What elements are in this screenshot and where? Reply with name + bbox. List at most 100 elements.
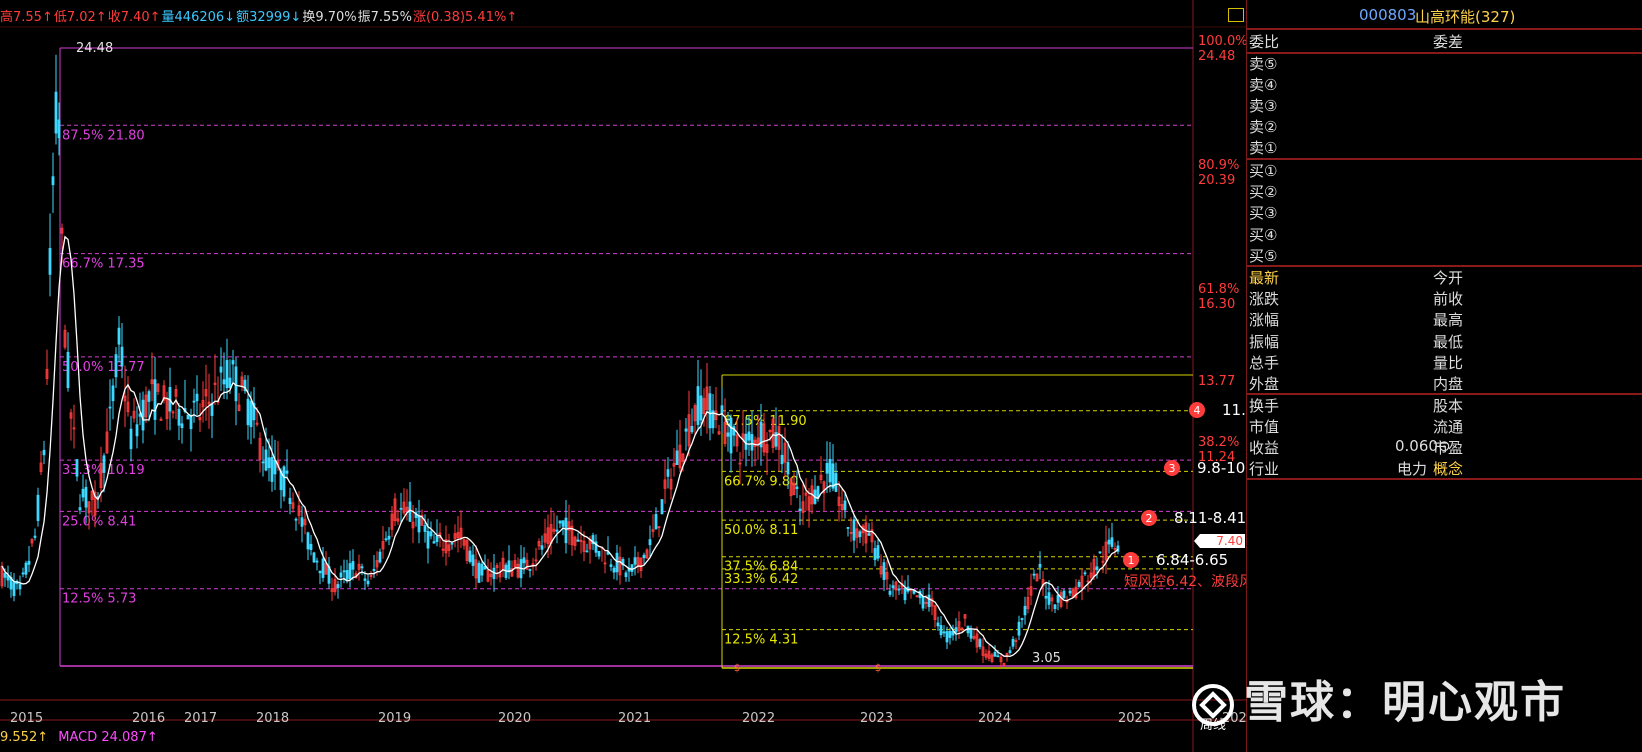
quote-label: 外盘 — [1249, 375, 1280, 393]
year-label: 2018 — [256, 711, 290, 726]
candle-body — [1077, 581, 1081, 587]
fib-label: 33.3% 6.42 — [724, 572, 798, 587]
panel-row: 总手 量比 — [1247, 352, 1642, 374]
candle-body — [891, 585, 895, 589]
candle-body — [555, 529, 559, 532]
candle-body — [1083, 572, 1087, 575]
candle-body — [117, 327, 121, 345]
candle-body — [522, 557, 526, 564]
candle-body — [153, 379, 157, 420]
quote-label: 内盘 — [1433, 375, 1464, 393]
candle-body — [597, 550, 601, 557]
candle-body — [690, 425, 694, 433]
candle-body — [48, 248, 52, 275]
buy-level-label: 买② — [1249, 183, 1278, 202]
sell-level-label: 卖② — [1249, 118, 1278, 136]
candle-body — [228, 377, 232, 388]
candle-body — [477, 562, 481, 583]
candle-body — [921, 596, 925, 609]
sell-level-label: 卖⑤ — [1249, 55, 1278, 73]
candle-body — [51, 176, 55, 186]
candle-body — [186, 414, 190, 420]
quote-label: 今开 — [1433, 269, 1464, 287]
panel-row: 涨幅 最高 — [1247, 309, 1642, 331]
chart-background — [0, 0, 1246, 752]
year-label: 2025 — [1118, 711, 1152, 726]
risk-note: 短风控6.42、波段风控5.73 — [1124, 574, 1246, 590]
scale-label: 80.9% 20.39 — [1198, 158, 1240, 188]
candle-body — [852, 519, 856, 541]
candle-body — [882, 562, 886, 581]
low-label: 3.05 — [1032, 651, 1061, 666]
kline-chart[interactable]: 24.4887.5% 21.8066.7% 17.3550.0% 13.7733… — [0, 0, 1246, 752]
detail-label: 换手 — [1249, 397, 1280, 415]
stock-name[interactable]: 山高环能(327) — [1415, 6, 1515, 27]
fib-label: 66.7% 9.80 — [724, 474, 798, 489]
candle-body — [696, 386, 700, 425]
fib-label: 12.5% 4.31 — [724, 633, 798, 648]
buy-level-label: 买③ — [1249, 204, 1278, 223]
candle-body — [399, 507, 403, 510]
detail-label: 收益 — [1249, 439, 1280, 457]
panel-row: 买① — [1247, 160, 1642, 182]
info-item: 振7.55% — [357, 10, 412, 25]
candle-body — [342, 570, 346, 573]
candle-body — [846, 527, 850, 529]
candle-body — [954, 627, 958, 633]
fib-label: 87.5% 21.80 — [62, 128, 145, 143]
buy-level-label: 买⑤ — [1249, 246, 1278, 265]
candle-body — [615, 552, 619, 573]
layout-toggle-icon[interactable] — [1228, 8, 1244, 22]
candle-body — [1011, 638, 1015, 647]
fib-label: 66.7% 17.35 — [62, 257, 145, 272]
candle-body — [33, 535, 37, 538]
quote-label: 涨跌 — [1249, 290, 1280, 309]
candle-body — [585, 550, 589, 553]
candle-body — [699, 395, 703, 421]
detail-label: 流通 — [1433, 418, 1464, 436]
candle-body — [1023, 605, 1027, 616]
marker-number: 1 — [1128, 554, 1135, 567]
candle-body — [939, 625, 943, 636]
panel-row: 换手 股本 — [1247, 395, 1642, 417]
sell-level-label: 卖④ — [1249, 76, 1278, 94]
candle-body — [261, 461, 265, 464]
candle-body — [798, 508, 802, 512]
indicator-bar: 9.552↑ MACD 24.087↑ — [0, 730, 158, 745]
info-item: 低7.02↑ — [53, 10, 107, 25]
detail-value: 电力 — [1397, 460, 1428, 478]
candle-body — [147, 391, 151, 402]
event-marker: $ — [734, 663, 740, 674]
detail-label: 股本 — [1433, 397, 1464, 415]
candle-body — [27, 560, 31, 565]
candle-body — [102, 455, 106, 473]
candle-body — [648, 539, 652, 546]
panel-row: 振幅 最低 — [1247, 331, 1642, 353]
candle-body — [225, 360, 229, 389]
sell-level-label: 卖① — [1249, 139, 1278, 157]
fib-label: 12.5% 5.73 — [62, 592, 136, 607]
marker-label: 8.11-8.41 — [1174, 509, 1246, 527]
macd-value[interactable]: MACD 24.087↑ — [58, 730, 157, 745]
marker-label: 11.9 — [1222, 401, 1246, 419]
candle-body — [1110, 537, 1114, 547]
candle-body — [1008, 650, 1012, 654]
candle-body — [1047, 592, 1051, 605]
candle-body — [660, 499, 664, 515]
candle-body — [270, 457, 274, 482]
detail-label: 市值 — [1249, 418, 1280, 436]
panel-row: 卖① — [1247, 137, 1642, 159]
candle-body — [708, 393, 712, 429]
candle-body — [675, 450, 679, 466]
candle-body — [834, 473, 838, 492]
candle-body — [828, 458, 832, 483]
candle-body — [1038, 563, 1042, 568]
candle-body — [630, 564, 634, 572]
quote-panel: 000803 山高环能(327) 委比 委差 卖⑤ 卖④ 卖③ 卖② 卖① 买① 买② 买③… — [1246, 0, 1642, 752]
candle-body — [363, 578, 367, 581]
marker-number: 3 — [1169, 462, 1176, 475]
candle-body — [729, 417, 733, 454]
watermark-text: 雪球：明心观市 — [1244, 677, 1566, 728]
candle-body — [66, 351, 70, 389]
candle-body — [366, 580, 370, 585]
